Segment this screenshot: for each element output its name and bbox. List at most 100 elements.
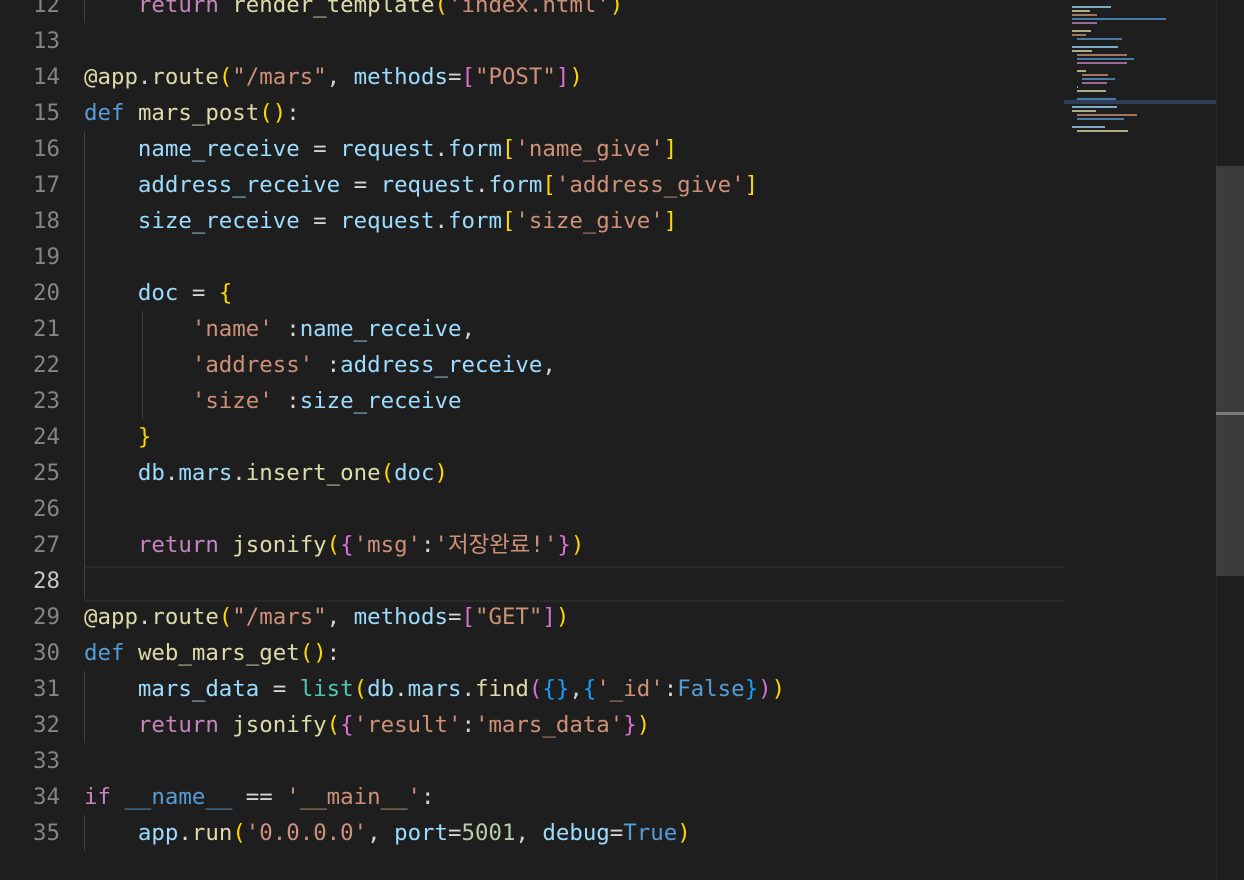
scrollbar-thumb[interactable] (1216, 166, 1244, 576)
indent-guide (84, 491, 85, 527)
code-line[interactable]: 29 @app.route("/mars", methods=["GET"]) (0, 599, 1064, 635)
line-code[interactable]: app.run('0.0.0.0', port=5001, debug=True… (84, 815, 691, 851)
minimap-line (1076, 38, 1122, 40)
line-code[interactable]: 'address' :address_receive, (84, 347, 556, 383)
minimap-line (1072, 14, 1097, 16)
indent-guide (84, 707, 85, 743)
code-line[interactable]: 35 app.run('0.0.0.0', port=5001, debug=T… (0, 815, 1064, 851)
indent-guide (84, 671, 85, 707)
code-line[interactable]: 22 'address' :address_receive, (0, 347, 1064, 383)
minimap-line (1081, 74, 1108, 76)
minimap-line (1072, 6, 1111, 8)
line-code[interactable]: doc = { (84, 275, 232, 311)
line-number: 20 (33, 280, 60, 306)
line-number: 23 (33, 388, 60, 414)
minimap-line (1076, 118, 1125, 120)
code-line[interactable]: 18 size_receive = request.form['size_giv… (0, 203, 1064, 239)
minimap-line (1081, 78, 1116, 80)
minimap-line (1076, 98, 1116, 100)
code-line[interactable]: 32 return jsonify({'result':'mars_data'}… (0, 707, 1064, 743)
line-number: 34 (33, 784, 60, 810)
code-line[interactable]: 25 db.mars.insert_one(doc) (0, 455, 1064, 491)
code-line[interactable]: 15 def mars_post(): (0, 95, 1064, 131)
minimap-line (1076, 58, 1135, 60)
line-code[interactable]: mars_data = list(db.mars.find({},{'_id':… (84, 671, 785, 707)
minimap-line (1072, 34, 1086, 36)
line-number: 13 (33, 28, 60, 54)
line-number: 32 (33, 712, 60, 738)
indent-guide (142, 347, 143, 383)
minimap-line (1072, 50, 1092, 52)
line-number: 31 (33, 676, 60, 702)
minimap-line (1072, 22, 1097, 24)
line-code[interactable]: 'size' :size_receive (84, 383, 462, 419)
minimap-line (1076, 70, 1086, 72)
minimap-line (1072, 110, 1096, 112)
code-line[interactable]: 33 (0, 743, 1064, 779)
minimap-line (1072, 106, 1117, 108)
line-code[interactable]: } (84, 419, 151, 455)
code-line[interactable]: 27 return jsonify({'msg':'저장완료!'}) (0, 527, 1064, 563)
line-number: 19 (33, 244, 60, 270)
indent-guide (142, 383, 143, 419)
code-line[interactable]: 31 mars_data = list(db.mars.find({},{'_i… (0, 671, 1064, 707)
minimap-line (1076, 90, 1106, 92)
code-line[interactable]: 12 return render_template('index.html') (0, 0, 1064, 23)
line-code[interactable]: if __name__ == '__main__': (84, 779, 435, 815)
minimap-line (1076, 114, 1137, 116)
line-code[interactable]: return jsonify({'msg':'저장완료!'}) (84, 527, 584, 563)
code-line[interactable]: 34 if __name__ == '__main__': (0, 779, 1064, 815)
line-number: 30 (33, 640, 60, 666)
code-line[interactable]: 20 doc = { (0, 275, 1064, 311)
line-code[interactable]: @app.route("/mars", methods=["POST"]) (84, 59, 583, 95)
indent-guide (84, 383, 85, 419)
line-number: 14 (33, 64, 60, 90)
minimap-line (1072, 10, 1090, 12)
code-line[interactable]: 26 (0, 491, 1064, 527)
indent-guide (84, 455, 85, 491)
line-code[interactable]: def mars_post(): (84, 95, 300, 131)
code-line[interactable]: 28 (0, 563, 1064, 599)
indent-guide (84, 347, 85, 383)
line-number: 17 (33, 172, 60, 198)
minimap[interactable] (1064, 0, 1218, 880)
code-line[interactable]: 21 'name' :name_receive, (0, 311, 1064, 347)
line-code[interactable]: size_receive = request.form['size_give'] (84, 203, 677, 239)
minimap-line (1081, 82, 1107, 84)
code-line[interactable]: 23 'size' :size_receive (0, 383, 1064, 419)
line-number: 18 (33, 208, 60, 234)
code-line[interactable]: 30 def web_mars_get(): (0, 635, 1064, 671)
indent-guide (84, 275, 85, 311)
minimap-line (1072, 18, 1166, 20)
indent-guide (84, 527, 85, 563)
minimap-line (1076, 54, 1127, 56)
line-number: 21 (33, 316, 60, 342)
line-code[interactable]: db.mars.insert_one(doc) (84, 455, 448, 491)
line-code[interactable]: def web_mars_get(): (84, 635, 340, 671)
code-line[interactable]: 24 } (0, 419, 1064, 455)
line-code[interactable]: name_receive = request.form['name_give'] (84, 131, 677, 167)
code-line[interactable]: 17 address_receive = request.form['addre… (0, 167, 1064, 203)
code-line[interactable]: 13 (0, 23, 1064, 59)
code-editor[interactable]: 12 return render_template('index.html') 1… (0, 0, 1064, 880)
line-code[interactable]: return render_template('index.html') (84, 0, 623, 23)
minimap-viewport-highlight[interactable] (1064, 100, 1218, 104)
code-line[interactable]: 19 (0, 239, 1064, 275)
line-number: 15 (33, 100, 60, 126)
scrollbar-cursor-marker (1216, 412, 1244, 415)
line-number: 27 (33, 532, 60, 558)
line-number: 35 (33, 820, 60, 846)
line-number: 24 (33, 424, 60, 450)
minimap-line (1076, 62, 1127, 64)
line-code[interactable]: address_receive = request.form['address_… (84, 167, 758, 203)
indent-guide (142, 311, 143, 347)
line-number: 26 (33, 496, 60, 522)
code-line[interactable]: 16 name_receive = request.form['name_giv… (0, 131, 1064, 167)
line-code[interactable]: return jsonify({'result':'mars_data'}) (84, 707, 650, 743)
minimap-line (1072, 30, 1091, 32)
code-line[interactable]: 14 @app.route("/mars", methods=["POST"]) (0, 59, 1064, 95)
line-code[interactable]: @app.route("/mars", methods=["GET"]) (84, 599, 569, 635)
indent-guide (84, 239, 85, 275)
indent-guide (84, 419, 85, 455)
line-number: 25 (33, 460, 60, 486)
